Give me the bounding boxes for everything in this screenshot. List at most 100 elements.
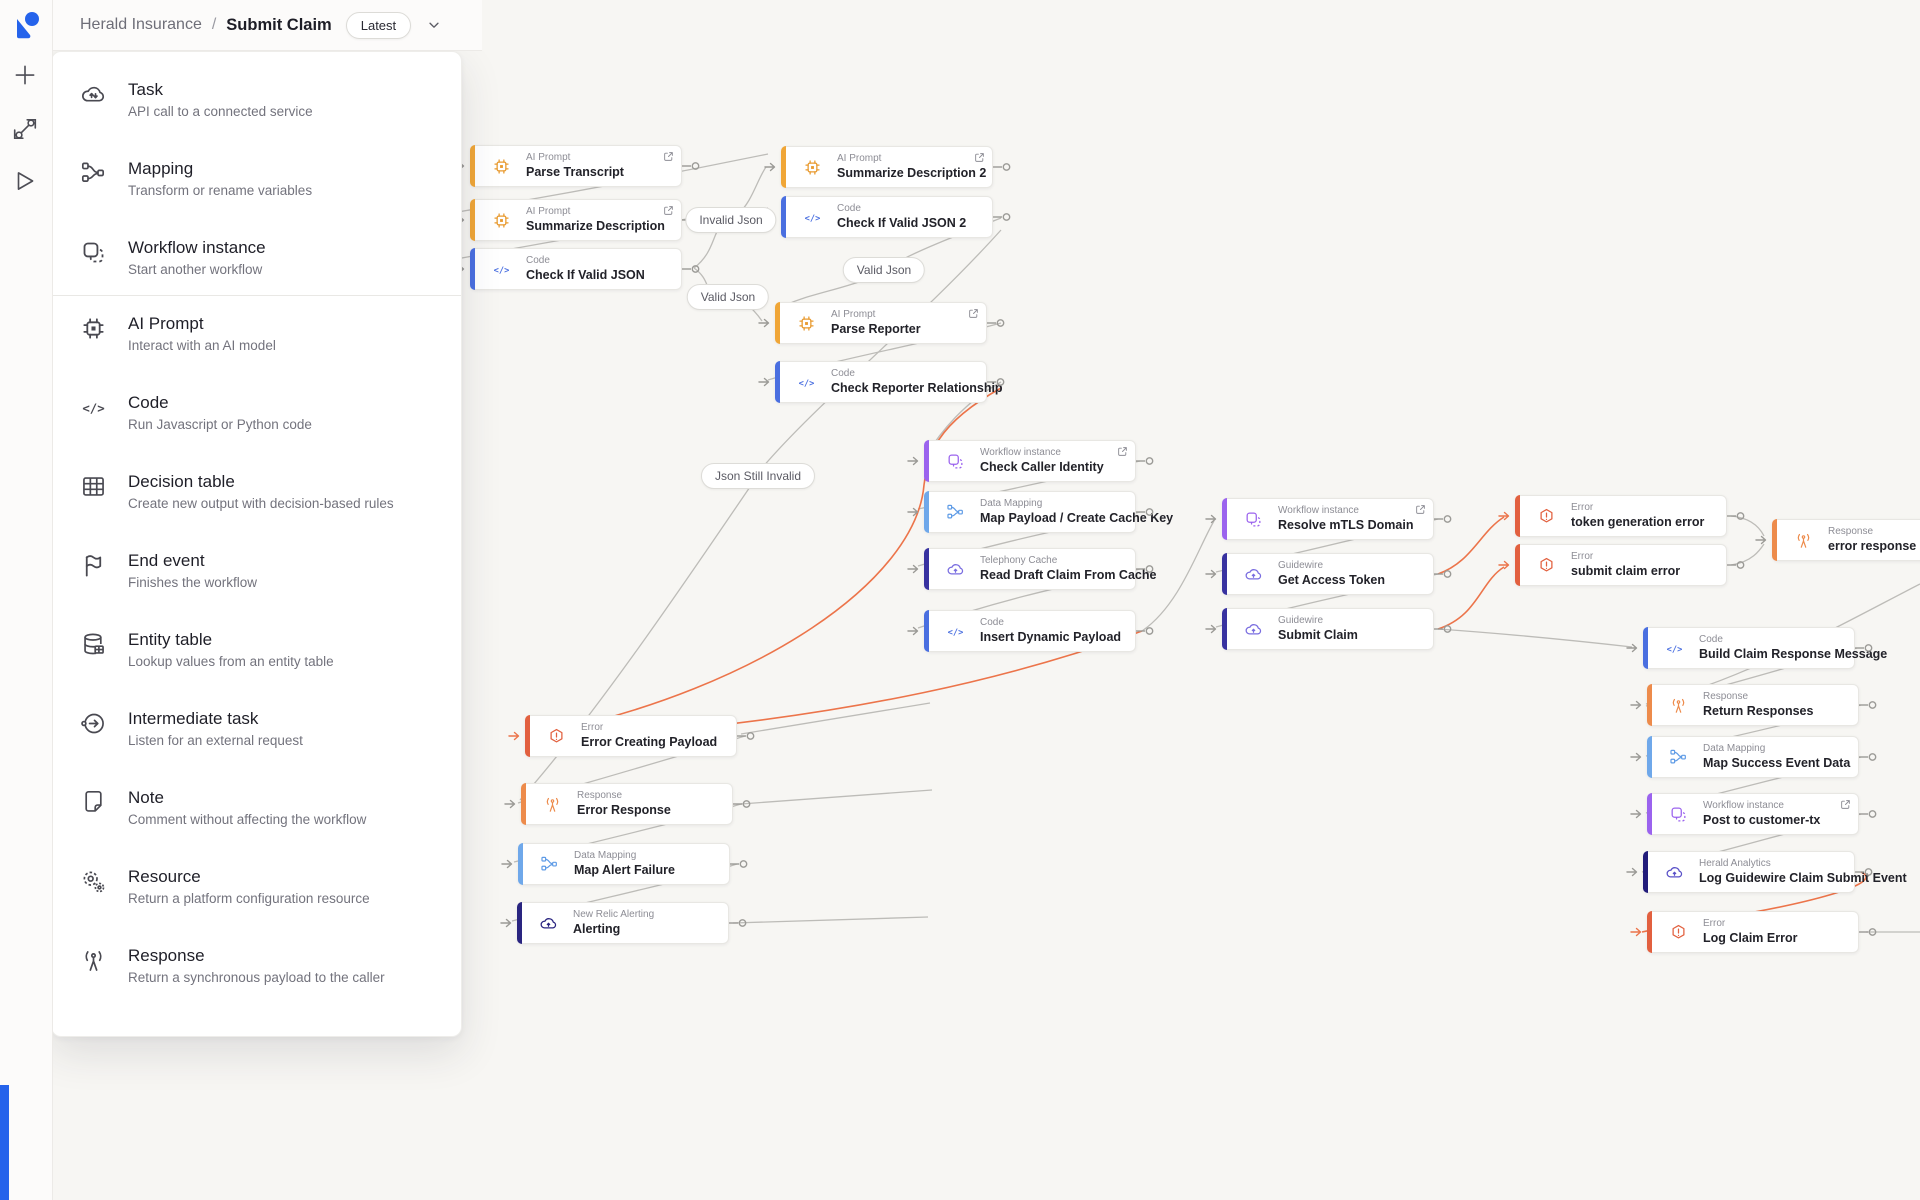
edge-out-port[interactable]	[737, 731, 757, 741]
node-accent-stripe	[1647, 911, 1652, 953]
palette-item-note[interactable]: NoteComment without affecting the workfl…	[52, 788, 461, 827]
palette-item-response[interactable]: ResponseReturn a synchronous payload to …	[52, 946, 461, 985]
palette-item-workflow-instance[interactable]: Workflow instanceStart another workflow	[52, 238, 461, 277]
palette-item-entity-table[interactable]: Entity tableLookup values from an entity…	[52, 630, 461, 669]
edge-out-port[interactable]	[1859, 752, 1879, 762]
data-mapping-icon	[1669, 748, 1688, 767]
node-accent-stripe	[924, 440, 929, 482]
node-error-creating-payload[interactable]: ErrorError Creating Payload	[525, 715, 737, 757]
node-insert-dynamic-payload[interactable]: CodeInsert Dynamic Payload	[924, 610, 1136, 652]
edge-out-port[interactable]	[993, 162, 1013, 172]
node-title: Check Caller Identity	[980, 459, 1104, 475]
node-palette-panel: TaskAPI call to a connected service Mapp…	[51, 51, 462, 1037]
edge-out-port[interactable]	[1136, 564, 1156, 574]
external-link-icon[interactable]	[1415, 504, 1426, 515]
ai-prompt-icon	[803, 158, 822, 177]
palette-item-task[interactable]: TaskAPI call to a connected service	[52, 80, 461, 119]
edge-out-port[interactable]	[682, 264, 702, 274]
external-link-icon[interactable]	[663, 151, 674, 162]
node-accent-stripe	[1647, 793, 1652, 835]
palette-item-resource[interactable]: ResourceReturn a platform configuration …	[52, 867, 461, 906]
external-link-icon[interactable]	[1840, 799, 1851, 810]
node-title: Error Response	[577, 802, 671, 818]
node-return-responses[interactable]: ResponseReturn Responses	[1647, 684, 1859, 726]
node-parse-transcript[interactable]: AI PromptParse Transcript	[470, 145, 682, 187]
edge-out-port[interactable]	[993, 212, 1013, 222]
chevron-down-icon[interactable]	[427, 18, 441, 32]
node-check-reporter-relationship[interactable]: CodeCheck Reporter Relationship	[775, 361, 987, 403]
palette-divider	[52, 295, 461, 296]
edge-out-port[interactable]	[1859, 927, 1879, 937]
run-workflow-button[interactable]	[12, 168, 38, 194]
node-check-caller-identity[interactable]: Workflow instanceCheck Caller Identity	[924, 440, 1136, 482]
edge-out-port[interactable]	[1136, 507, 1156, 517]
node-alerting[interactable]: New Relic AlertingAlerting	[517, 902, 729, 944]
edge-out-port[interactable]	[730, 859, 750, 869]
palette-item-desc: Interact with an AI model	[128, 338, 276, 353]
edge-out-port[interactable]	[1855, 867, 1875, 877]
node-submit-claim[interactable]: GuidewireSubmit Claim	[1222, 608, 1434, 650]
node-title: Post to customer-tx	[1703, 812, 1820, 828]
node-title: Log Claim Error	[1703, 930, 1797, 946]
node-parse-reporter[interactable]: AI PromptParse Reporter	[775, 302, 987, 344]
add-node-button[interactable]	[12, 62, 38, 88]
node-type-label: Code	[831, 367, 986, 380]
palette-item-end-event[interactable]: End eventFinishes the workflow	[52, 551, 461, 590]
edge-out-port[interactable]	[1434, 624, 1454, 634]
node-error-response-sync[interactable]: Responseerror response	[1772, 519, 1920, 561]
edge-out-port[interactable]	[1859, 700, 1879, 710]
node-type-label: Workflow instance	[1703, 799, 1820, 812]
edge-label-valid-json-2: Valid Json	[687, 284, 769, 310]
edge-out-port[interactable]	[1434, 569, 1454, 579]
node-get-access-token[interactable]: GuidewireGet Access Token	[1222, 553, 1434, 595]
workflow-graph-button[interactable]	[12, 116, 38, 142]
node-type-label: Data Mapping	[1703, 742, 1850, 755]
node-map-success-event-data[interactable]: Data MappingMap Success Event Data	[1647, 736, 1859, 778]
app-logo[interactable]	[14, 11, 40, 39]
canvas-scrollbar[interactable]	[0, 1085, 9, 1200]
edge-out-port[interactable]	[987, 377, 1007, 387]
node-accent-stripe	[1222, 608, 1227, 650]
node-title: Map Success Event Data	[1703, 755, 1850, 771]
edge-out-port[interactable]	[1727, 560, 1747, 570]
palette-item-decision-table[interactable]: Decision tableCreate new output with dec…	[52, 472, 461, 511]
edge-out-port[interactable]	[987, 318, 1007, 328]
node-log-claim-error[interactable]: ErrorLog Claim Error	[1647, 911, 1859, 953]
external-link-icon[interactable]	[974, 152, 985, 163]
breadcrumb-workspace[interactable]: Herald Insurance	[80, 16, 202, 34]
external-link-icon[interactable]	[1117, 446, 1128, 457]
node-resolve-mtls-domain[interactable]: Workflow instanceResolve mTLS Domain	[1222, 498, 1434, 540]
node-map-alert-failure[interactable]: Data MappingMap Alert Failure	[518, 843, 730, 885]
palette-item-ai-prompt[interactable]: AI PromptInteract with an AI model	[52, 314, 461, 353]
edge-out-port[interactable]	[1855, 643, 1875, 653]
node-post-to-customer-tx[interactable]: Workflow instancePost to customer-tx	[1647, 793, 1859, 835]
node-log-guidewire-claim-submit-event[interactable]: Herald AnalyticsLog Guidewire Claim Subm…	[1643, 851, 1855, 893]
node-token-generation-error[interactable]: Errortoken generation error	[1515, 495, 1727, 537]
node-check-if-valid-json[interactable]: CodeCheck If Valid JSON	[470, 248, 682, 290]
node-check-if-valid-json-2[interactable]: CodeCheck If Valid JSON 2	[781, 196, 993, 238]
node-read-draft-claim-from-cache[interactable]: Telephony CacheRead Draft Claim From Cac…	[924, 548, 1136, 590]
edge-out-port[interactable]	[1136, 456, 1156, 466]
edge-out-port[interactable]	[1434, 514, 1454, 524]
edge-out-port[interactable]	[1727, 511, 1747, 521]
edge-out-port[interactable]	[682, 161, 702, 171]
palette-item-desc: Listen for an external request	[128, 733, 303, 748]
node-summarize-description[interactable]: AI PromptSummarize Description	[470, 199, 682, 241]
node-summarize-description-2[interactable]: AI PromptSummarize Description 2	[781, 146, 993, 188]
version-badge[interactable]: Latest	[346, 12, 411, 39]
external-link-icon[interactable]	[663, 205, 674, 216]
node-submit-claim-error[interactable]: Errorsubmit claim error	[1515, 544, 1727, 586]
edge-out-port[interactable]	[1136, 626, 1156, 636]
node-build-claim-response-message[interactable]: CodeBuild Claim Response Message	[1643, 627, 1855, 669]
palette-item-mapping[interactable]: MappingTransform or rename variables	[52, 159, 461, 198]
node-type-label: Data Mapping	[574, 849, 675, 862]
palette-item-intermediate-task[interactable]: Intermediate taskListen for an external …	[52, 709, 461, 748]
palette-item-code[interactable]: CodeRun Javascript or Python code	[52, 393, 461, 432]
edge-out-port[interactable]	[729, 918, 749, 928]
node-error-response[interactable]: ResponseError Response	[521, 783, 733, 825]
external-link-icon[interactable]	[968, 308, 979, 319]
edge-out-port[interactable]	[733, 799, 753, 809]
edge-out-port[interactable]	[1859, 809, 1879, 819]
node-map-payload-create-cache-key[interactable]: Data MappingMap Payload / Create Cache K…	[924, 491, 1136, 533]
palette-item-label: Response	[128, 946, 385, 966]
